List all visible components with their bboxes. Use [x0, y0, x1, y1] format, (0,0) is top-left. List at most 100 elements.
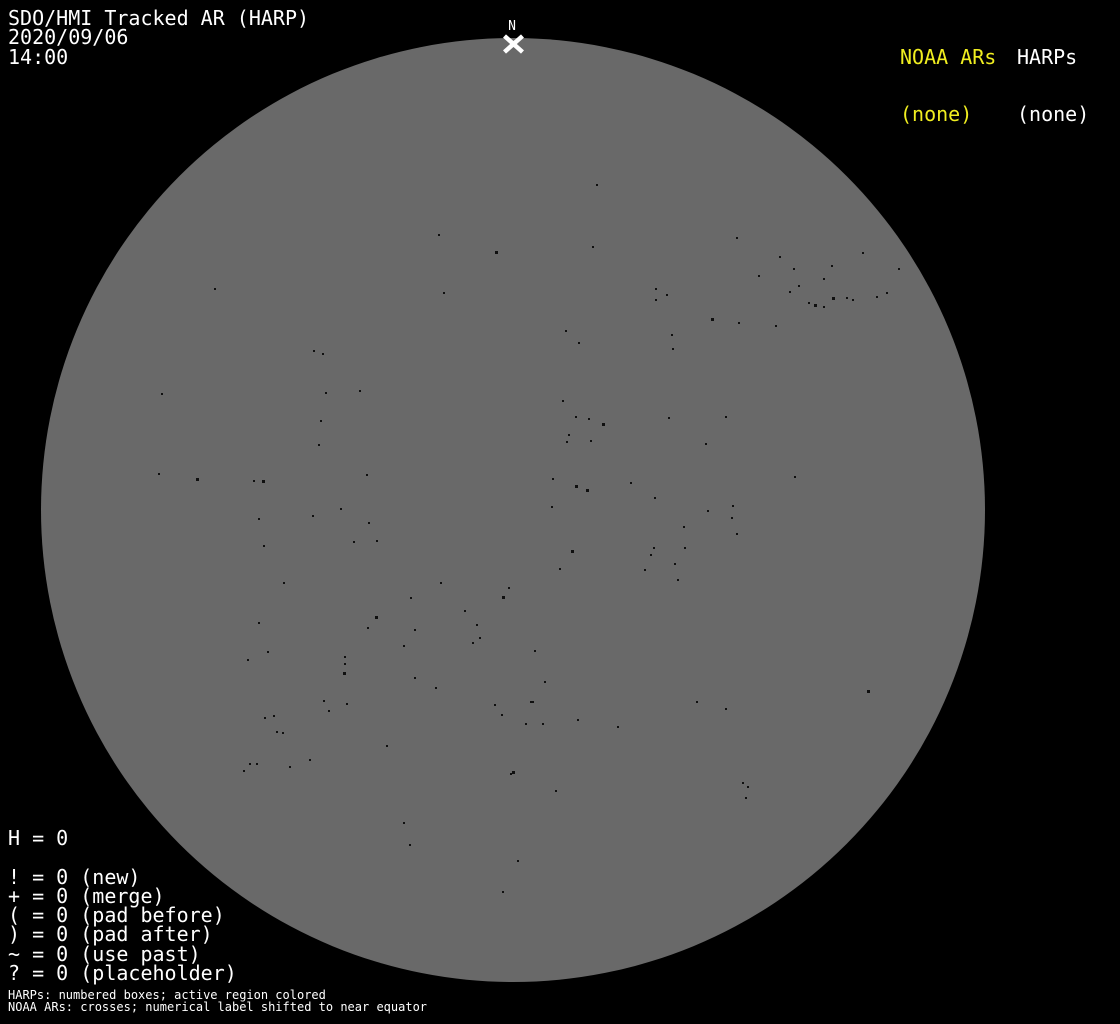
noaa-ars-column: NOAA ARs (none) — [900, 9, 996, 163]
sunspot-speckle — [512, 771, 515, 774]
sunspot-speckle — [283, 582, 285, 584]
sunspot-speckle — [502, 596, 505, 599]
sunspot-speckle — [264, 717, 266, 719]
sunspot-speckle — [344, 663, 346, 665]
sunspot-speckle — [551, 506, 553, 508]
sunspot-speckle — [249, 763, 251, 765]
sunspot-speckle — [577, 719, 579, 721]
sunspot-speckle — [256, 763, 258, 765]
harps-column: HARPs (none) — [1017, 9, 1089, 163]
sunspot-speckle — [158, 473, 160, 475]
sunspot-speckle — [289, 766, 291, 768]
sunspot-speckle — [644, 569, 646, 571]
sunspot-speckle — [731, 517, 733, 519]
sunspot-speckle — [403, 645, 405, 647]
sunspot-speckle — [650, 554, 652, 556]
sunspot-speckle — [789, 291, 791, 293]
sunspot-speckle — [862, 252, 864, 254]
sunspot-speckle — [867, 690, 870, 693]
sunspot-speckle — [898, 268, 900, 270]
sunspot-speckle — [814, 304, 817, 307]
sunspot-speckle — [677, 579, 679, 581]
sunspot-speckle — [508, 587, 510, 589]
sunspot-speckle — [671, 334, 673, 336]
sunspot-speckle — [161, 393, 163, 395]
sunspot-speckle — [214, 288, 216, 290]
sunspot-speckle — [808, 302, 810, 304]
sunspot-speckle — [479, 637, 481, 639]
sunspot-speckle — [386, 745, 388, 747]
sunspot-speckle — [655, 288, 657, 290]
sunspot-speckle — [745, 797, 747, 799]
sunspot-speckle — [674, 563, 676, 565]
sunspot-speckle — [359, 390, 361, 392]
sunspot-speckle — [443, 292, 445, 294]
sunspot-speckle — [414, 629, 416, 631]
sunspot-speckle — [876, 296, 878, 298]
sunspot-speckle — [502, 891, 504, 893]
sunspot-speckle — [846, 297, 848, 299]
sunspot-speckle — [263, 545, 265, 547]
figure-title-block: SDO/HMI Tracked AR (HARP) 2020/09/06 14:… — [8, 9, 309, 67]
sunspot-speckle — [532, 701, 534, 703]
sunspot-speckle — [409, 844, 411, 846]
sunspot-speckle — [346, 703, 348, 705]
sunspot-speckle — [742, 782, 744, 784]
sunspot-speckle — [517, 860, 519, 862]
sunspot-speckle — [267, 651, 269, 653]
sunspot-speckle — [273, 715, 275, 717]
sunspot-speckle — [328, 710, 330, 712]
sunspot-speckle — [630, 482, 632, 484]
sunspot-speckle — [823, 306, 825, 308]
sunspot-speckle — [568, 434, 570, 436]
sunspot-speckle — [438, 234, 440, 236]
sunspot-speckle — [653, 547, 655, 549]
sunspot-speckle — [494, 704, 496, 706]
sunspot-speckle — [435, 687, 437, 689]
sunspot-speckle — [668, 417, 670, 419]
sunspot-speckle — [340, 508, 342, 510]
sunspot-speckle — [654, 497, 656, 499]
sunspot-speckle — [247, 659, 249, 661]
sunspot-speckle — [779, 256, 781, 258]
sunspot-speckle — [313, 350, 315, 352]
sunspot-speckle — [683, 526, 685, 528]
sunspot-speckle — [253, 480, 255, 482]
sunspot-speckle — [596, 184, 598, 186]
sunspot-speckle — [831, 265, 833, 267]
sunspot-speckle — [852, 299, 854, 301]
sunspot-speckle — [736, 533, 738, 535]
sunspot-speckle — [403, 822, 405, 824]
sunspot-speckle — [793, 268, 795, 270]
sunspot-speckle — [617, 726, 619, 728]
sunspot-speckle — [705, 443, 707, 445]
sunspot-speckle — [559, 568, 561, 570]
sunspot-speckle — [367, 627, 369, 629]
sunspot-speckle — [258, 622, 260, 624]
sunspot-speckle — [886, 292, 888, 294]
sunspot-speckle — [575, 485, 578, 488]
sunspot-speckle — [366, 474, 368, 476]
sunspot-speckle — [738, 322, 740, 324]
sunspot-speckle — [566, 441, 568, 443]
sunspot-speckle — [542, 723, 544, 725]
sunspot-speckle — [501, 714, 503, 716]
sunspot-speckle — [725, 708, 727, 710]
sunspot-speckle — [592, 246, 594, 248]
sunspot-speckle — [534, 650, 536, 652]
sunspot-speckle — [325, 392, 327, 394]
sunspot-speckle — [590, 440, 592, 442]
sunspot-speckle — [565, 330, 567, 332]
sunspot-speckle — [672, 348, 674, 350]
sunspot-speckle — [736, 237, 738, 239]
north-pole-label: N — [503, 20, 521, 33]
sunspot-speckle — [196, 478, 199, 481]
sunspot-speckle — [552, 478, 554, 480]
symbol-count-legend: H = 0 ! = 0 (new) + = 0 (merge) ( = 0 (p… — [8, 829, 237, 983]
sunspot-speckle — [312, 515, 314, 517]
sunspot-speckle — [832, 297, 835, 300]
sunspot-speckle — [602, 423, 605, 426]
sunspot-speckle — [823, 278, 825, 280]
sunspot-speckle — [711, 318, 714, 321]
sunspot-speckle — [544, 681, 546, 683]
